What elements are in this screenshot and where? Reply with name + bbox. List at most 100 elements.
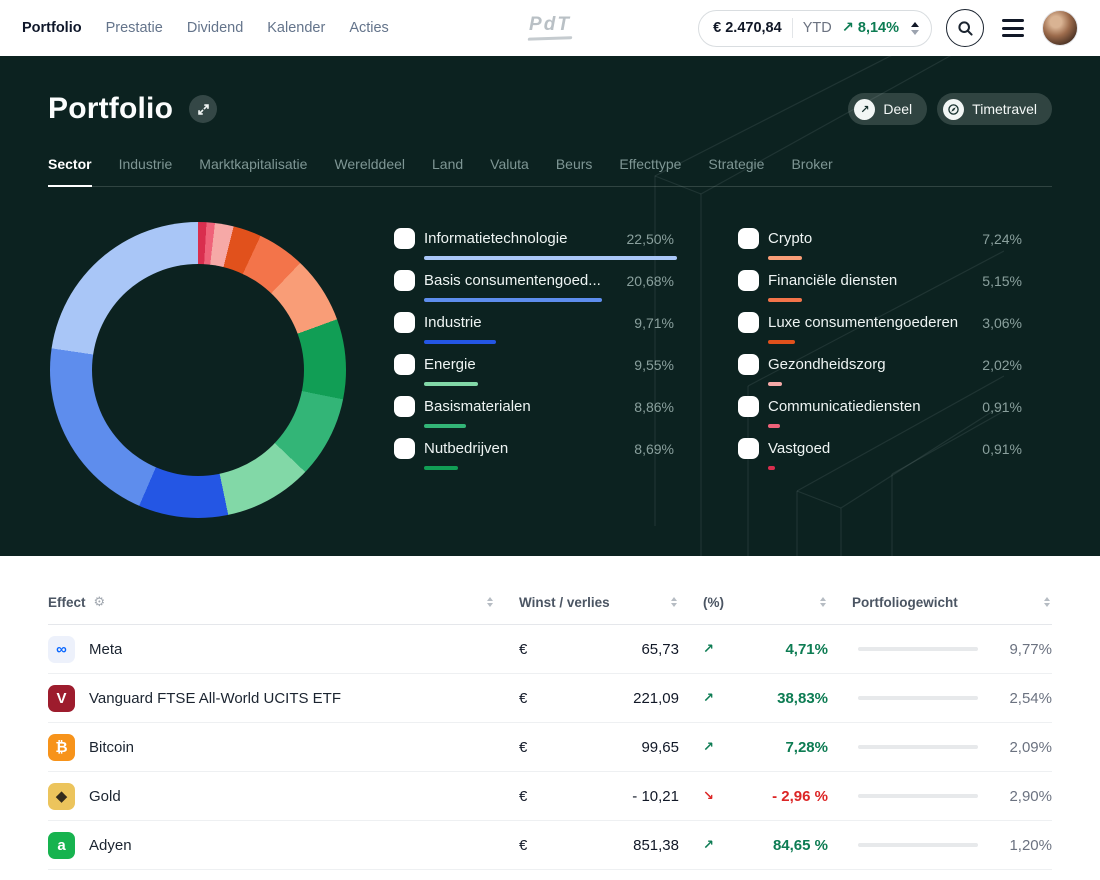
tab-valuta[interactable]: Valuta [490, 156, 529, 187]
sort-icon[interactable] [1042, 595, 1052, 609]
tab-werelddeel[interactable]: Werelddeel [334, 156, 405, 187]
legend-checkbox[interactable] [738, 228, 759, 249]
pill-divider [792, 18, 793, 38]
portfolio-value-pill[interactable]: € 2.470,84 YTD ↗ 8,14% [698, 10, 932, 47]
tab-broker[interactable]: Broker [791, 156, 832, 187]
legend-checkbox[interactable] [738, 270, 759, 291]
legend-checkbox[interactable] [394, 228, 415, 249]
table-row-vanguard-ftse-all-world-ucits-etf[interactable]: V Vanguard FTSE All-World UCITS ETF € 22… [48, 674, 1052, 723]
legend-checkbox[interactable] [394, 396, 415, 417]
legend-color-bar [768, 256, 802, 260]
trend-up-icon: ↗ [703, 690, 714, 706]
legend-item-nutbedrijven[interactable]: Nutbedrijven 8,69% [394, 438, 674, 480]
sort-icon[interactable] [818, 595, 828, 609]
asset-name: Gold [89, 788, 121, 805]
tab-sector[interactable]: Sector [48, 156, 92, 187]
burger-bar [1002, 27, 1024, 30]
legend-color-bar [768, 340, 795, 344]
period-stepper[interactable] [909, 18, 921, 39]
legend-item-energie[interactable]: Energie 9,55% [394, 354, 674, 396]
legend-item-informatietechnologie[interactable]: Informatietechnologie 22,50% [394, 228, 674, 270]
legend-label: Industrie [424, 314, 482, 331]
legend-checkbox[interactable] [738, 396, 759, 417]
legend-item-luxe-consumentengoederen[interactable]: Luxe consumentengoederen 3,06% [738, 312, 1022, 354]
legend-item-financi-le-diensten[interactable]: Financiële diensten 5,15% [738, 270, 1022, 312]
legend-percentage: 8,69% [634, 441, 674, 457]
legend-item-vastgoed[interactable]: Vastgoed 0,91% [738, 438, 1022, 480]
profit-percentage: - 2,96 % [772, 788, 828, 805]
nav-item-prestatie[interactable]: Prestatie [106, 20, 163, 36]
tab-strategie[interactable]: Strategie [708, 156, 764, 187]
profit-percentage: 7,28% [785, 739, 828, 756]
currency-symbol: € [519, 690, 527, 707]
gear-icon[interactable]: ⚙ [94, 594, 106, 610]
legend-item-communicatiediensten[interactable]: Communicatiediensten 0,91% [738, 396, 1022, 438]
legend-checkbox[interactable] [394, 438, 415, 459]
tab-beurs[interactable]: Beurs [556, 156, 593, 187]
menu-button[interactable] [998, 15, 1028, 41]
legend-checkbox[interactable] [738, 354, 759, 375]
nav-item-portfolio[interactable]: Portfolio [22, 20, 82, 36]
legend-item-basis-consumentengoed[interactable]: Basis consumentengoed... 20,68% [394, 270, 674, 312]
logo-text: PdT [528, 14, 572, 36]
profit-value: - 10,21 [632, 788, 679, 805]
legend-checkbox[interactable] [394, 354, 415, 375]
sort-icon[interactable] [669, 595, 679, 609]
table-body: ∞ Meta € 65,73 ↗ 4,71% 9,77% V Vanguard … [48, 625, 1052, 870]
weight-percentage: 1,20% [994, 837, 1052, 854]
timetravel-button[interactable]: Timetravel [937, 93, 1052, 125]
tab-industrie[interactable]: Industrie [119, 156, 173, 187]
search-button[interactable] [946, 9, 984, 47]
legend-percentage: 5,15% [982, 273, 1022, 289]
column-header-winst[interactable]: Winst / verlies [519, 595, 679, 610]
tab-marktkapitalisatie[interactable]: Marktkapitalisatie [199, 156, 307, 187]
legend-checkbox[interactable] [394, 270, 415, 291]
legend-color-bar [424, 256, 677, 260]
breakdown-tabs: Sector Industrie Marktkapitalisatie Wereldd… [48, 156, 1052, 187]
nav-item-acties[interactable]: Acties [349, 20, 389, 36]
legend-label: Nutbedrijven [424, 440, 508, 457]
legend-color-bar [768, 466, 775, 470]
legend-checkbox[interactable] [738, 438, 759, 459]
table-row-meta[interactable]: ∞ Meta € 65,73 ↗ 4,71% 9,77% [48, 625, 1052, 674]
table-row-gold[interactable]: ◆ Gold € - 10,21 ↘ - 2,96 % 2,90% [48, 772, 1052, 821]
nav-item-dividend[interactable]: Dividend [187, 20, 243, 36]
column-header-effect[interactable]: Effect ⚙ [48, 594, 495, 610]
weight-bar [858, 696, 978, 701]
table-row-bitcoin[interactable]: ₿ Bitcoin € 99,65 ↗ 7,28% 2,09% [48, 723, 1052, 772]
currency-symbol: € [519, 837, 527, 854]
legend-checkbox[interactable] [738, 312, 759, 333]
legend-column-left: Informatietechnologie 22,50% Basis consu… [394, 228, 674, 519]
change-value: ↗ 8,14% [842, 20, 899, 36]
logo[interactable]: PdT [528, 14, 572, 40]
legend-checkbox[interactable] [394, 312, 415, 333]
column-header-weight[interactable]: Portfoliogewicht [852, 595, 1052, 610]
weight-percentage: 9,77% [994, 641, 1052, 658]
table-row-adyen[interactable]: a Adyen € 851,38 ↗ 84,65 % 1,20% [48, 821, 1052, 870]
search-icon [957, 20, 974, 37]
tab-land[interactable]: Land [432, 156, 463, 187]
nav-item-kalender[interactable]: Kalender [267, 20, 325, 36]
tab-effecttype[interactable]: Effecttype [619, 156, 681, 187]
legend-item-crypto[interactable]: Crypto 7,24% [738, 228, 1022, 270]
column-header-pct[interactable]: (%) [703, 595, 828, 610]
legend-label: Gezondheidszorg [768, 356, 886, 373]
legend-label: Vastgoed [768, 440, 830, 457]
expand-button[interactable] [189, 95, 217, 123]
legend-item-basismaterialen[interactable]: Basismaterialen 8,86% [394, 396, 674, 438]
stepper-down-icon[interactable] [911, 30, 919, 35]
share-button[interactable]: ↗ Deel [848, 93, 927, 125]
sort-icon[interactable] [485, 595, 495, 609]
weight-bar [858, 647, 978, 652]
avatar[interactable] [1042, 10, 1078, 46]
legend-label: Basis consumentengoed... [424, 272, 601, 289]
legend-label: Luxe consumentengoederen [768, 314, 958, 331]
weight-percentage: 2,90% [994, 788, 1052, 805]
bitcoin-logo-icon: ₿ [48, 734, 75, 761]
legend-item-gezondheidszorg[interactable]: Gezondheidszorg 2,02% [738, 354, 1022, 396]
stepper-up-icon[interactable] [911, 22, 919, 27]
trend-up-icon: ↗ [842, 20, 854, 36]
asset-name: Vanguard FTSE All-World UCITS ETF [89, 690, 341, 707]
legend-color-bar [768, 424, 780, 428]
legend-item-industrie[interactable]: Industrie 9,71% [394, 312, 674, 354]
